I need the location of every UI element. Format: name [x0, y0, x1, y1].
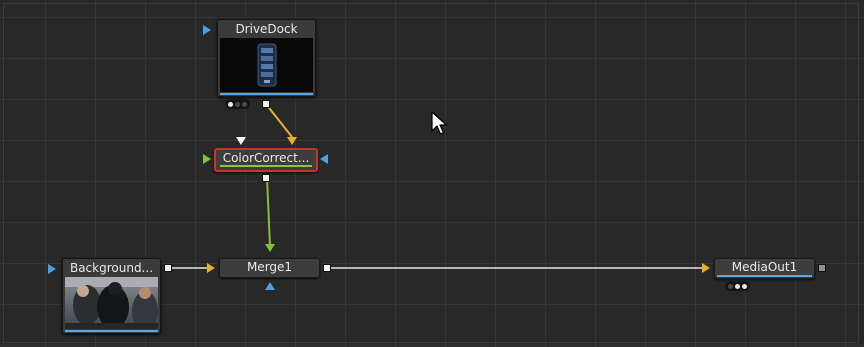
viewer-dot-3[interactable]: [242, 101, 247, 107]
node-colorcorrect[interactable]: ColorCorrect...: [214, 148, 318, 172]
node-merge[interactable]: Merge1: [219, 258, 320, 278]
drivedock-viewer-toggles[interactable]: [225, 99, 250, 109]
wire-drivedock-to-colorcorrect[interactable]: [265, 103, 293, 138]
mediaout-viewer-toggles[interactable]: [725, 281, 750, 291]
node-background[interactable]: Background...: [62, 258, 161, 334]
background-output-port[interactable]: [164, 264, 172, 272]
background-highlight-bar: [65, 330, 158, 332]
mediaout-output-port[interactable]: [818, 264, 826, 272]
viewer-dot-3[interactable]: [742, 283, 747, 289]
viewer-dot-2[interactable]: [735, 283, 740, 289]
colorcorrect-foreground-input-port[interactable]: [203, 154, 211, 164]
node-title-background: Background...: [69, 261, 154, 275]
colorcorrect-mask-input-port[interactable]: [236, 137, 246, 145]
merge-background-input-port[interactable]: [207, 263, 215, 273]
viewer-dot-1[interactable]: [228, 101, 233, 107]
people-photo-icon: [65, 277, 158, 329]
drivedock-mask-input-port[interactable]: [203, 25, 211, 35]
colorcorrect-output-port[interactable]: [262, 174, 270, 182]
mediaout-input-port[interactable]: [702, 263, 710, 273]
mediaout-highlight-bar: [717, 275, 812, 277]
node-editor-canvas[interactable]: DriveDock ColorCorrect... Background... …: [0, 0, 864, 347]
merge-output-port[interactable]: [323, 264, 331, 272]
merge-effect-mask-port[interactable]: [265, 282, 275, 290]
merge-foreground-input-port[interactable]: [265, 244, 275, 252]
background-thumbnail: [65, 277, 158, 329]
mouse-pointer-icon: [431, 111, 448, 135]
background-mask-input-port[interactable]: [48, 264, 56, 274]
wire-colorcorrect-to-merge[interactable]: [266, 177, 271, 247]
colorcorrect-highlight-bar: [220, 165, 312, 167]
node-mediaout[interactable]: MediaOut1: [714, 258, 815, 279]
drivedock-thumbnail: [220, 38, 313, 92]
node-title-mediaout: MediaOut1: [731, 260, 798, 274]
hard-drive-icon: [220, 38, 313, 92]
node-title-colorcorrect: ColorCorrect...: [222, 151, 310, 165]
drivedock-highlight-bar: [220, 93, 313, 95]
drivedock-output-port[interactable]: [262, 100, 270, 108]
viewer-dot-1[interactable]: [728, 283, 733, 289]
node-title-merge: Merge1: [246, 260, 293, 274]
colorcorrect-effect-mask-port[interactable]: [320, 154, 328, 164]
node-title-drivedock: DriveDock: [235, 22, 298, 36]
node-drivedock[interactable]: DriveDock: [217, 19, 316, 97]
colorcorrect-background-input-port[interactable]: [287, 137, 297, 145]
viewer-dot-2[interactable]: [235, 101, 240, 107]
